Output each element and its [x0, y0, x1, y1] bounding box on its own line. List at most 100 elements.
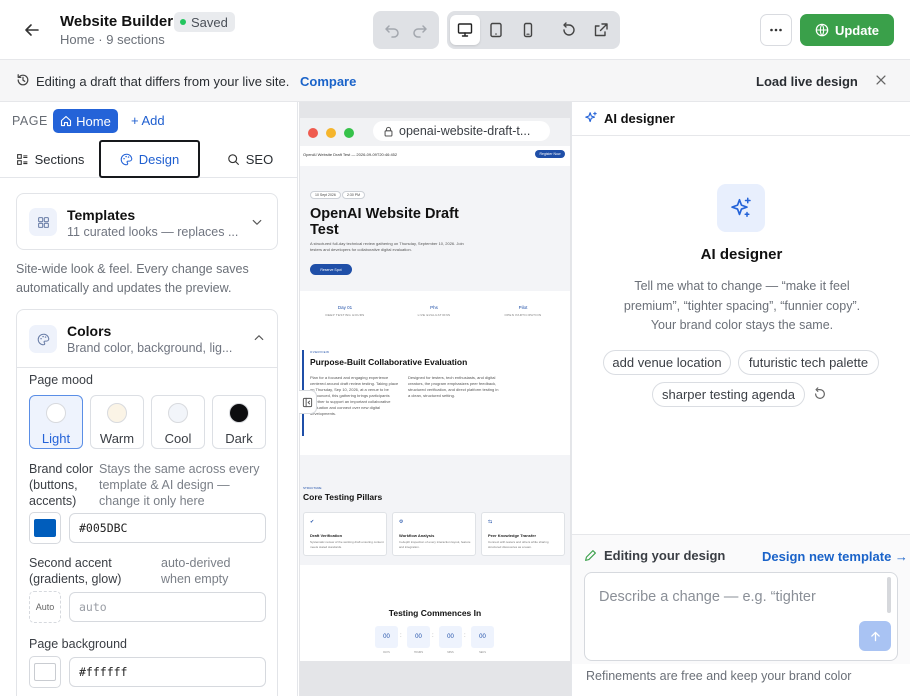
mood-light-swatch: [46, 403, 66, 423]
phone-icon: [523, 22, 533, 38]
tab-sections[interactable]: Sections: [8, 140, 92, 178]
preview-stat: Pilot OPEN PARTICIPATION: [488, 305, 558, 317]
tablet-icon: [490, 22, 502, 38]
preview-pillar-card: ⚙ Workflow Analysis In-depth inspection …: [392, 512, 476, 556]
preview-countdown-label: DAYS: [383, 651, 390, 654]
add-page-button[interactable]: + Add: [131, 113, 165, 128]
brand-color-preview: [34, 519, 56, 537]
history-icon: [16, 73, 30, 87]
lock-icon: [384, 126, 393, 136]
mood-dark-option[interactable]: Dark: [212, 395, 266, 449]
ai-panel-title: AI designer: [604, 111, 675, 126]
preview-countdown-title: Testing Commences In: [388, 608, 482, 618]
preview-stat: Day 01 DEEP TESTING HOURS: [310, 305, 380, 317]
preview-countdown-days: 00: [375, 626, 398, 648]
sparkles-icon: [584, 111, 598, 125]
preview-hero-description: A structured full-day technical review g…: [310, 241, 464, 252]
suggestion-chip[interactable]: futuristic tech palette: [738, 350, 879, 375]
second-accent-input[interactable]: auto: [69, 592, 266, 622]
preview-pillar-title: Workflow Analysis: [399, 533, 435, 538]
preview-stat-label: LIVE EVALUATIONS: [417, 313, 451, 317]
preview-pillars-kicker: STRUCTURE: [303, 486, 322, 490]
tab-design[interactable]: Design: [99, 140, 200, 178]
compare-link[interactable]: Compare: [300, 74, 356, 89]
tab-seo[interactable]: SEO: [210, 140, 290, 178]
external-link-icon: [594, 23, 608, 37]
preview-countdown-label: MINS: [447, 651, 454, 654]
sparkles-icon: [717, 184, 765, 232]
mood-light-option[interactable]: Light: [29, 395, 83, 449]
page-background-swatch[interactable]: [29, 656, 61, 688]
preview-section-text-right: Designed for testers, tech enthusiasts, …: [408, 375, 499, 398]
home-page-button[interactable]: Home: [53, 109, 118, 133]
preview-countdown-mins: 00: [439, 626, 462, 648]
second-accent-swatch[interactable]: Auto: [29, 591, 61, 623]
preview-pillar-card: ⇆ Peer Knowledge Transfer Connect with t…: [481, 512, 565, 556]
prompt-scrollbar[interactable]: [887, 577, 891, 613]
mood-cool-label: Cool: [164, 431, 192, 446]
mood-warm-option[interactable]: Warm: [90, 395, 144, 449]
colors-card-header[interactable]: Colors Brand color, background, lig...: [17, 310, 277, 368]
preview-stat-label: OPEN PARTICIPATION: [504, 313, 542, 317]
preview-countdown-separator: :: [432, 633, 434, 639]
arrow-up-icon: [870, 631, 880, 641]
prompt-placeholder: Describe a change — e.g. “tighter: [599, 589, 816, 605]
mobile-view-button[interactable]: [513, 15, 543, 45]
templates-title: Templates: [67, 207, 136, 223]
ai-empty-description: Tell me what to change — “make it feel p…: [623, 279, 861, 332]
mood-warm-label: Warm: [99, 431, 135, 446]
preview-countdown-hours: 00: [407, 626, 430, 648]
mood-light-label: Light: [41, 431, 71, 446]
browser-preview: openai-website-draft-t... OpenAI Website…: [300, 118, 570, 661]
search-icon: [227, 153, 239, 165]
undo-button[interactable]: [384, 22, 400, 38]
more-options-button[interactable]: [760, 14, 792, 46]
update-button[interactable]: Update: [800, 14, 894, 46]
reload-preview-button[interactable]: [554, 15, 584, 45]
undo-icon: [385, 25, 400, 38]
preview-date-chip: 10 Sept 2026: [310, 191, 341, 199]
desktop-view-button[interactable]: [450, 15, 480, 45]
brand-color-swatch[interactable]: [29, 512, 61, 544]
page-subtitle: Home · 9 sections: [60, 32, 165, 47]
preview-pillar-title: Draft Verification: [310, 533, 343, 538]
design-new-template-link[interactable]: Design new template →: [762, 549, 908, 564]
home-page-label: Home: [76, 113, 111, 129]
brand-color-input[interactable]: #005DBC: [69, 513, 266, 543]
more-horizontal-icon: [770, 28, 782, 32]
preview-canvas: openai-website-draft-t... OpenAI Website…: [299, 102, 571, 696]
preview-hero-cta: Reserve Spot: [310, 264, 352, 275]
suggestion-chip[interactable]: add venue location: [603, 350, 731, 375]
mood-cool-swatch: [168, 403, 188, 423]
preview-section-text-left: Plan for a focused and engaging experien…: [310, 375, 399, 416]
url-bar[interactable]: openai-website-draft-t...: [373, 121, 550, 141]
preview-section-title: Purpose-Built Collaborative Evaluation: [310, 357, 468, 367]
suggestion-chip[interactable]: sharper testing agenda: [652, 382, 805, 407]
tab-seo-label: SEO: [245, 151, 274, 167]
send-button[interactable]: [859, 621, 891, 651]
preview-hero-title-line1: OpenAI Website Draft: [310, 206, 459, 222]
prompt-input[interactable]: Describe a change — e.g. “tighter: [584, 572, 898, 661]
templates-card[interactable]: Templates 11 curated looks — replaces ..…: [16, 193, 278, 250]
redo-button[interactable]: [412, 22, 428, 38]
page-background-input[interactable]: #ffffff: [69, 657, 266, 687]
tablet-view-button[interactable]: [481, 15, 511, 45]
tab-design-label: Design: [138, 151, 180, 167]
load-live-design-button[interactable]: Load live design: [756, 74, 858, 89]
editing-design-label: Editing your design: [604, 548, 726, 563]
history-controls: [373, 11, 439, 49]
palette-icon: [29, 325, 57, 353]
brand-color-help: Stays the same across every template & A…: [99, 462, 260, 508]
grid-icon: [29, 208, 57, 236]
colors-title: Colors: [67, 323, 112, 339]
collapse-panel-button[interactable]: [299, 390, 317, 414]
panel-tabs: Sections Design SEO: [0, 140, 297, 178]
url-text: openai-website-draft-t...: [399, 124, 531, 138]
open-external-button[interactable]: [586, 15, 616, 45]
preview-pillars-title: Core Testing Pillars: [303, 492, 383, 502]
mood-cool-option[interactable]: Cool: [151, 395, 205, 449]
preview-register-button: Register Now: [535, 150, 565, 158]
back-button[interactable]: [18, 16, 46, 44]
close-banner-button[interactable]: [874, 73, 888, 87]
refresh-suggestions-button[interactable]: [813, 387, 827, 401]
